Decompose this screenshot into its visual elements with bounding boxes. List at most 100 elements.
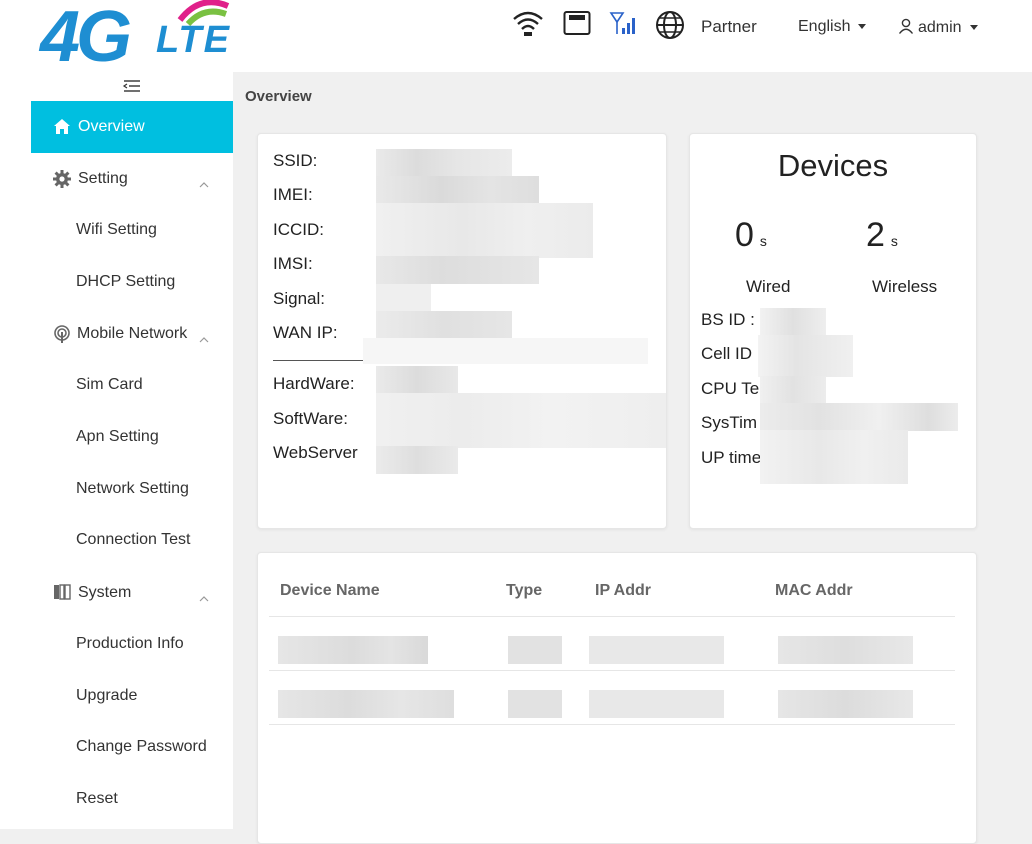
redacted-cell [589,636,724,664]
redacted-cell [508,636,562,664]
chevron-up-icon [199,589,209,607]
table-divider [269,670,955,671]
redacted-cell [278,690,454,718]
sim-icon[interactable] [563,10,591,41]
sidebar-item-label: Network Setting [76,480,189,497]
redacted-value [760,403,958,431]
sidebar-item-label: Apn Setting [76,428,159,445]
sidebar-item-system[interactable]: System [31,567,233,619]
language-dropdown[interactable]: English [798,18,867,36]
collapse-menu-icon[interactable] [122,79,142,98]
home-icon [53,118,71,140]
redacted-value [376,203,593,258]
logo-lte: LTE [156,19,231,61]
sidebar-item-apn-setting[interactable]: Apn Setting [31,412,233,464]
logo-4g: 4G [40,0,132,77]
sidebar-item-setting[interactable]: Setting [31,153,233,205]
sidebar-item-label: Sim Card [76,376,143,393]
sidebar-item-production-info[interactable]: Production Info [31,619,233,671]
divider [273,360,363,361]
redacted-value [376,149,512,177]
user-name: admin [918,19,962,36]
sidebar-item-upgrade[interactable]: Upgrade [31,671,233,723]
info-label: SSID: [273,151,318,170]
wired-count: 0s [735,216,767,255]
redacted-cell [589,690,724,718]
column-header-mac-addr[interactable]: MAC Addr [775,582,853,600]
sidebar-item-label: DHCP Setting [76,273,176,290]
devices-title: Devices [777,148,889,183]
breadcrumb: Overview [245,88,312,105]
info-card: SSID: IMEI: ICCID: IMSI: Signal: WAN IP:… [257,133,667,529]
info-label: IMEI: [273,185,313,204]
column-header-type[interactable]: Type [506,582,542,600]
user-icon [898,18,914,34]
redacted-value [376,256,539,284]
partner-link[interactable]: Partner [701,17,757,37]
wireless-count-unit: s [890,233,898,249]
sidebar-item-sim-card[interactable]: Sim Card [31,360,233,412]
wireless-count: 2s [866,216,898,255]
column-header-ip-addr[interactable]: IP Addr [595,582,651,600]
info-label: IMSI: [273,254,313,273]
info-label: WAN IP: [273,323,338,342]
sidebar-item-label: Reset [76,790,118,807]
device-detail-label: Cell ID [701,344,753,363]
wired-label: Wired [746,277,791,296]
sidebar-item-label: Change Password [76,738,207,755]
sidebar-item-label: Mobile Network [77,325,188,342]
chevron-up-icon [199,330,209,348]
column-header-device-name[interactable]: Device Name [280,582,380,600]
redacted-cell [278,636,428,664]
redacted-value [376,311,512,339]
sidebar-item-change-password[interactable]: Change Password [31,722,233,774]
signal-icon[interactable] [609,10,639,41]
redacted-value [760,376,826,404]
table-divider [269,616,955,617]
sidebar-item-connection-test[interactable]: Connection Test [31,515,233,567]
table-divider [269,724,955,725]
wireless-count-value: 2 [866,216,885,254]
sidebar-item-label: Overview [78,118,145,135]
sidebar-item-mobile-network[interactable]: Mobile Network [31,308,233,360]
wired-count-value: 0 [735,216,754,254]
sidebar-item-wifi-setting[interactable]: Wifi Setting [31,205,233,257]
chevron-down-icon [858,24,867,30]
device-table-card: Device Name Type IP Addr MAC Addr [257,552,977,844]
redacted-value [758,335,853,377]
antenna-icon [53,325,71,348]
sidebar-item-label: Production Info [76,635,184,652]
redacted-cell [778,690,913,718]
sidebar-item-overview[interactable]: Overview [31,101,233,153]
wireless-label: Wireless [872,277,938,296]
globe-icon[interactable] [654,10,686,45]
sidebar-item-reset[interactable]: Reset [31,774,233,826]
redacted-value [376,446,458,474]
redacted-value [760,308,826,335]
redacted-cell [778,636,913,664]
sidebar-item-network-setting[interactable]: Network Setting [31,464,233,516]
sidebar-item-dhcp-setting[interactable]: DHCP Setting [31,257,233,309]
sidebar-item-label: Connection Test [76,531,191,548]
redacted-value [760,430,908,484]
system-icon [53,584,71,605]
sidebar-item-label: Setting [78,170,128,187]
redacted-value [376,393,666,448]
device-detail-label: UP time [701,448,762,467]
devices-card: Devices 0s 2s Wired Wireless BS ID : Cel… [689,133,977,529]
user-menu[interactable]: admin [898,18,978,37]
info-label: HardWare: [273,374,355,393]
info-label: WebServer [273,443,358,462]
redacted-value [363,338,648,364]
chevron-down-icon [969,25,978,31]
wifi-icon[interactable] [512,10,544,43]
language-value: English [798,18,851,35]
redacted-value [376,176,539,204]
info-label: ICCID: [273,220,324,239]
gear-icon [53,170,71,193]
wired-count-unit: s [759,233,767,249]
chevron-up-icon [199,175,209,193]
info-label: Signal: [273,289,325,308]
info-label: SoftWare: [273,409,348,428]
sidebar-item-label: Wifi Setting [76,221,157,238]
